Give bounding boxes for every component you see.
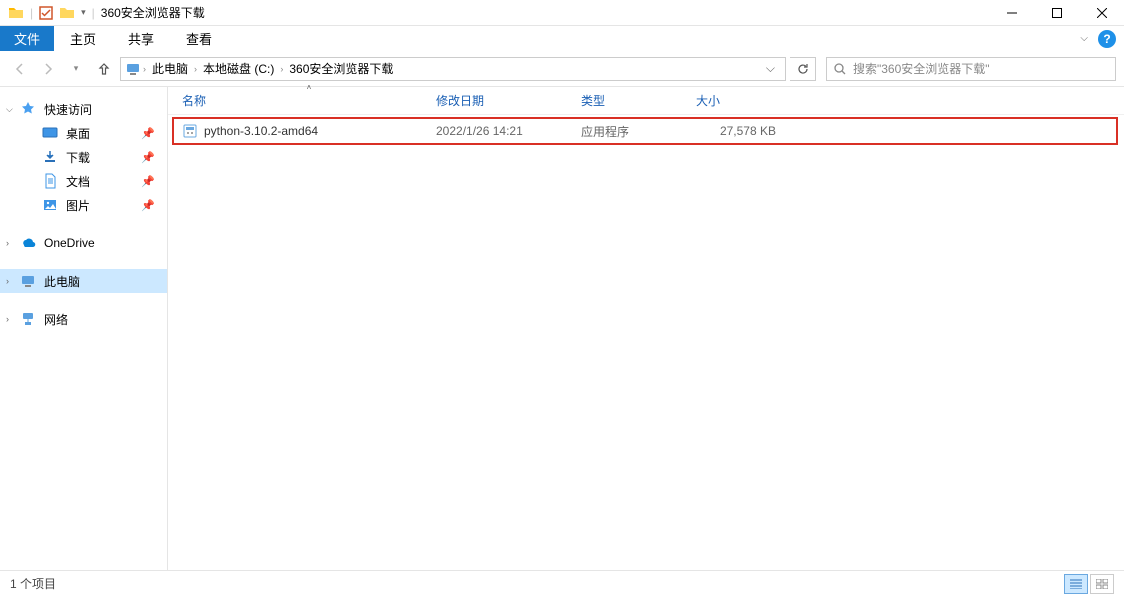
home-tab[interactable]: 主页 bbox=[54, 26, 112, 51]
download-icon bbox=[42, 149, 58, 165]
sidebar-item-label: 桌面 bbox=[66, 125, 90, 142]
file-row[interactable]: python-3.10.2-amd64 2022/1/26 14:21 应用程序… bbox=[174, 119, 1116, 143]
address-dropdown-icon[interactable]: ⌵ bbox=[760, 61, 781, 76]
back-button[interactable] bbox=[8, 57, 32, 81]
pc-icon bbox=[125, 61, 141, 77]
details-view-button[interactable] bbox=[1064, 574, 1088, 594]
recent-dropdown[interactable]: ▾ bbox=[64, 57, 88, 81]
sidebar-item-label: 此电脑 bbox=[44, 273, 80, 290]
search-icon bbox=[833, 62, 847, 76]
search-box[interactable] bbox=[826, 57, 1116, 81]
sidebar-item-downloads[interactable]: 下载 📌 bbox=[0, 145, 167, 169]
caret-icon[interactable]: › bbox=[6, 314, 9, 324]
refresh-button[interactable] bbox=[790, 57, 816, 81]
checkbox-icon[interactable] bbox=[39, 6, 53, 20]
network-icon bbox=[20, 311, 36, 327]
document-icon bbox=[42, 173, 58, 189]
crumb-drive[interactable]: 本地磁盘 (C:) bbox=[199, 60, 278, 77]
file-list: 名称˄ 修改日期 类型 大小 python-3.10.2-amd64 2022/… bbox=[168, 87, 1124, 570]
column-headers: 名称˄ 修改日期 类型 大小 bbox=[168, 87, 1124, 115]
highlighted-annotation: python-3.10.2-amd64 2022/1/26 14:21 应用程序… bbox=[172, 117, 1118, 145]
window-controls bbox=[989, 0, 1124, 26]
pc-icon bbox=[20, 273, 36, 289]
qat-separator: | bbox=[92, 6, 95, 20]
content-area: ⌵ 快速访问 桌面 📌 下载 📌 文档 📌 图片 📌 › OneD bbox=[0, 87, 1124, 570]
ribbon-right: ⌵ ? bbox=[1080, 26, 1124, 51]
sidebar-quick-access[interactable]: ⌵ 快速访问 bbox=[0, 97, 167, 121]
folder-icon bbox=[8, 5, 24, 21]
pin-icon: 📌 bbox=[141, 127, 155, 140]
close-button[interactable] bbox=[1079, 0, 1124, 26]
ribbon: 文件 主页 共享 查看 ⌵ ? bbox=[0, 26, 1124, 51]
chevron-right-icon[interactable]: › bbox=[280, 64, 283, 74]
caret-icon[interactable]: › bbox=[6, 276, 9, 286]
file-tab[interactable]: 文件 bbox=[0, 26, 54, 51]
sidebar-item-label: 快速访问 bbox=[44, 101, 92, 118]
address-bar: ▾ › 此电脑 › 本地磁盘 (C:) › 360安全浏览器下载 ⌵ bbox=[0, 51, 1124, 87]
pin-icon: 📌 bbox=[141, 175, 155, 188]
file-type: 应用程序 bbox=[581, 123, 696, 140]
file-date: 2022/1/26 14:21 bbox=[436, 124, 581, 138]
file-size: 27,578 KB bbox=[696, 124, 776, 138]
folder-icon-small bbox=[59, 5, 75, 21]
crumb-pc[interactable]: 此电脑 bbox=[148, 60, 192, 77]
breadcrumb[interactable]: › 此电脑 › 本地磁盘 (C:) › 360安全浏览器下载 ⌵ bbox=[120, 57, 786, 81]
chevron-right-icon[interactable]: › bbox=[194, 64, 197, 74]
sidebar-item-documents[interactable]: 文档 📌 bbox=[0, 169, 167, 193]
sidebar-item-label: OneDrive bbox=[44, 236, 95, 250]
sidebar-item-label: 下载 bbox=[66, 149, 90, 166]
ribbon-expand-icon[interactable]: ⌵ bbox=[1080, 33, 1088, 44]
qat-divider: | bbox=[30, 6, 33, 20]
up-button[interactable] bbox=[92, 57, 116, 81]
view-tab[interactable]: 查看 bbox=[170, 26, 228, 51]
pin-icon: 📌 bbox=[141, 199, 155, 212]
share-tab[interactable]: 共享 bbox=[112, 26, 170, 51]
caret-icon[interactable]: › bbox=[6, 238, 9, 248]
maximize-button[interactable] bbox=[1034, 0, 1079, 26]
help-button[interactable]: ? bbox=[1098, 30, 1116, 48]
column-name[interactable]: 名称˄ bbox=[182, 92, 436, 109]
view-switcher bbox=[1064, 574, 1114, 594]
caret-icon[interactable]: ⌵ bbox=[6, 104, 13, 115]
sidebar-item-label: 图片 bbox=[66, 197, 90, 214]
sidebar-item-pictures[interactable]: 图片 📌 bbox=[0, 193, 167, 217]
status-bar: 1 个项目 bbox=[0, 570, 1124, 596]
exe-icon bbox=[182, 123, 198, 139]
icons-view-button[interactable] bbox=[1090, 574, 1114, 594]
sidebar: ⌵ 快速访问 桌面 📌 下载 📌 文档 📌 图片 📌 › OneD bbox=[0, 87, 168, 570]
crumb-folder[interactable]: 360安全浏览器下载 bbox=[285, 60, 397, 77]
column-size[interactable]: 大小 bbox=[696, 92, 776, 109]
title-bar-left: | ▾ | 360安全浏览器下载 bbox=[0, 4, 205, 21]
minimize-button[interactable] bbox=[989, 0, 1034, 26]
column-date[interactable]: 修改日期 bbox=[436, 92, 581, 109]
title-bar: | ▾ | 360安全浏览器下载 bbox=[0, 0, 1124, 26]
sidebar-network[interactable]: › 网络 bbox=[0, 307, 167, 331]
sidebar-item-desktop[interactable]: 桌面 📌 bbox=[0, 121, 167, 145]
file-name-cell: python-3.10.2-amd64 bbox=[182, 123, 436, 139]
search-input[interactable] bbox=[853, 62, 1109, 76]
onedrive-icon bbox=[20, 235, 36, 251]
sidebar-item-label: 网络 bbox=[44, 311, 68, 328]
forward-button[interactable] bbox=[36, 57, 60, 81]
sidebar-this-pc[interactable]: › 此电脑 bbox=[0, 269, 167, 293]
column-type[interactable]: 类型 bbox=[581, 92, 696, 109]
chevron-right-icon[interactable]: › bbox=[143, 64, 146, 74]
qat-dropdown-icon[interactable]: ▾ bbox=[81, 7, 86, 18]
sidebar-item-label: 文档 bbox=[66, 173, 90, 190]
window-title: 360安全浏览器下载 bbox=[101, 4, 205, 21]
star-icon bbox=[20, 101, 36, 117]
pin-icon: 📌 bbox=[141, 151, 155, 164]
pictures-icon bbox=[42, 197, 58, 213]
item-count: 1 个项目 bbox=[10, 575, 56, 592]
sidebar-onedrive[interactable]: › OneDrive bbox=[0, 231, 167, 255]
sort-indicator-icon: ˄ bbox=[307, 83, 312, 92]
desktop-icon bbox=[42, 125, 58, 141]
file-name: python-3.10.2-amd64 bbox=[204, 124, 318, 138]
